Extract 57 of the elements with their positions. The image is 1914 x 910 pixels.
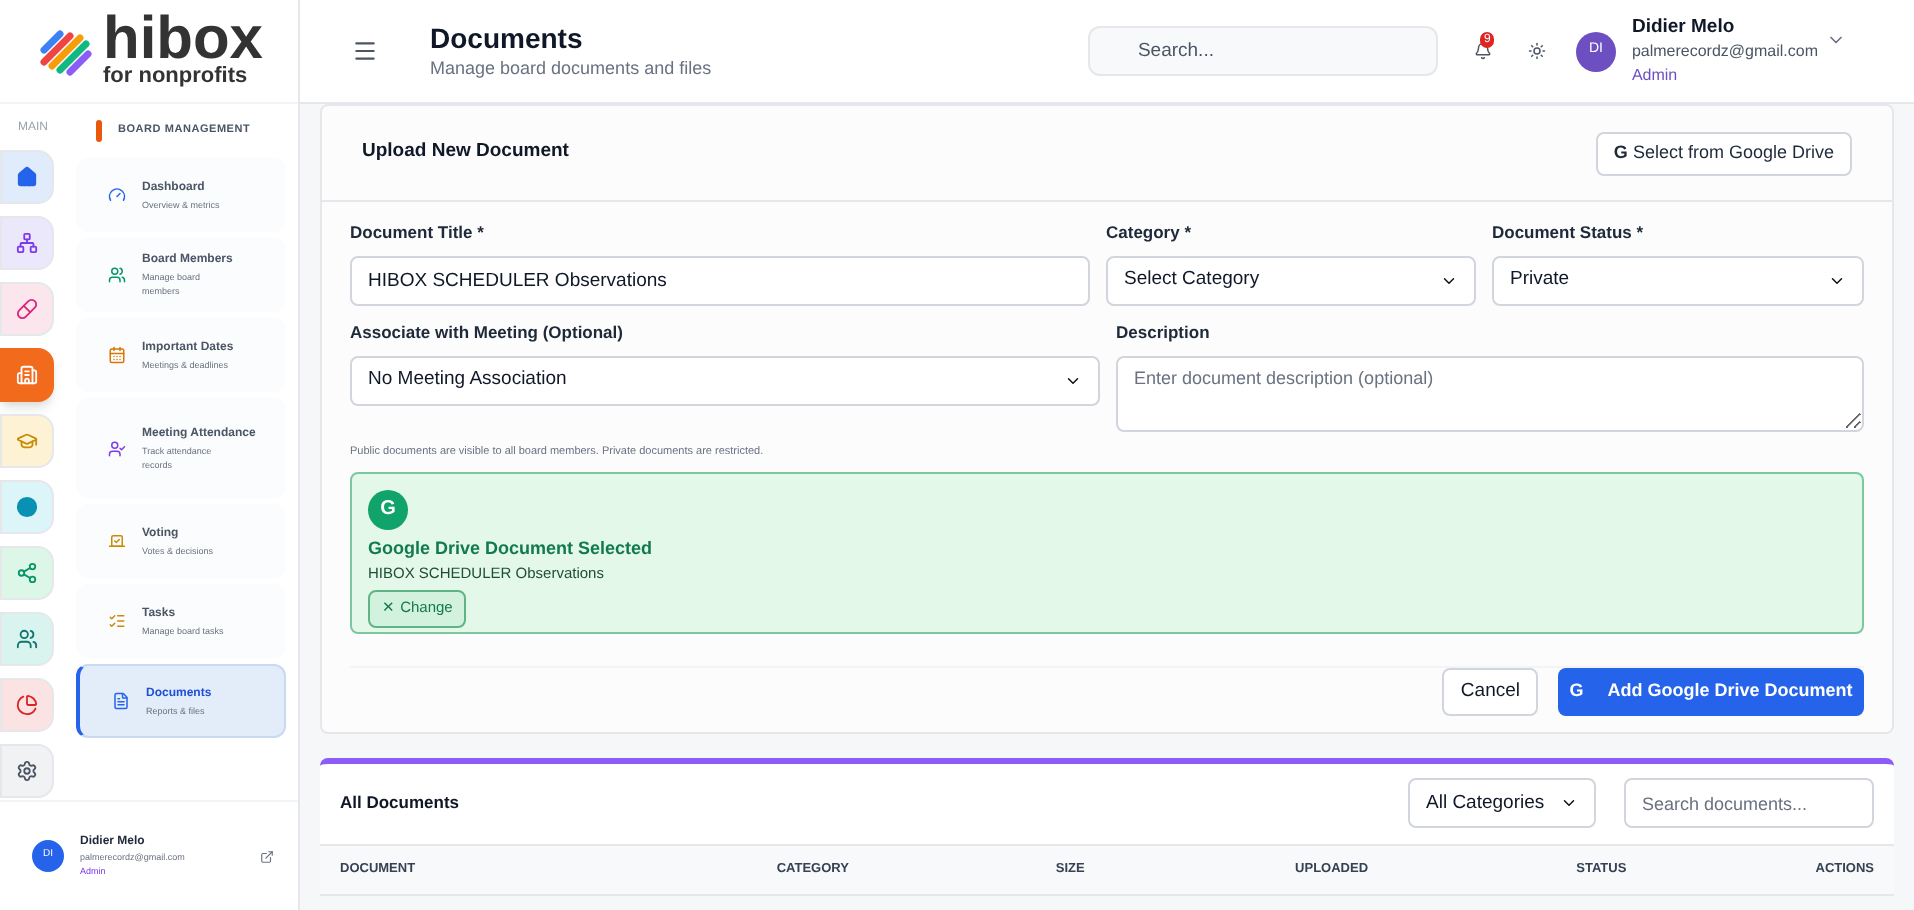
page-title: Documents [430,19,585,56]
calendar-icon [108,346,126,364]
rail-button[interactable] [0,744,54,798]
field-label: Category * [1106,220,1194,246]
rail-button[interactable] [0,546,54,600]
building-icon [16,364,38,386]
pill-icon [16,298,38,320]
share-icon [16,562,38,584]
rail-button[interactable] [0,480,54,534]
field-label: Associate with Meeting (Optional) [350,319,625,345]
document-search-field[interactable]: Search documents... [1624,778,1874,829]
meeting-select[interactable]: No Meeting Association [350,355,1100,405]
status-select[interactable]: Private [1492,255,1864,306]
external-link-icon[interactable] [260,849,274,863]
section-title: All Documents [340,790,462,817]
user-email: palmerecordz@gmail.com [1631,39,1818,63]
field-label: Description [1116,319,1212,345]
users-icon [108,266,126,284]
checklist-icon [108,612,126,630]
user-name: Didier Melo [1631,15,1737,39]
field-label: Document Title * [350,220,486,246]
graduation-cap-icon [16,430,38,452]
section-title: Upload New Document [362,138,569,167]
section-marker [96,120,102,142]
house-icon [16,166,38,188]
gauge-icon [108,186,126,204]
menu-icon[interactable] [352,38,378,64]
circle-icon [16,496,38,518]
category-filter[interactable]: All Categories [1408,778,1596,829]
cancel-button[interactable]: Cancel [1442,667,1538,716]
panel-title: Google Drive Document Selected [368,535,653,562]
users-icon [16,628,38,650]
user-role: Admin [1631,63,1680,87]
search-field[interactable]: Search... [1087,26,1438,76]
logo-wordmark: hibox [103,14,263,66]
hierarchy-icon [16,232,38,254]
bell-icon[interactable] [1473,42,1492,60]
page-subtitle: Manage board documents and files [430,55,712,82]
user-check-icon [108,439,126,457]
rail-button[interactable] [0,150,54,204]
document-icon [112,692,130,710]
description-field[interactable]: Enter document description (optional) [1116,355,1864,431]
add-document-button[interactable]: G Add Google Drive Document [1558,667,1864,716]
category-select[interactable]: Select Category [1106,255,1476,306]
pie-chart-icon [16,694,38,716]
google-badge: G [368,489,408,530]
google-drive-button[interactable]: G Select from Google Drive [1595,131,1852,175]
field-label: Document Status * [1492,220,1646,246]
theme-icon[interactable] [1527,42,1546,60]
rail-button[interactable] [0,678,54,732]
document-title-field[interactable]: HIBOX SCHEDULER Observations [350,255,1090,306]
rail-button[interactable] [0,282,54,336]
rail-button[interactable] [0,612,54,666]
ballot-box-icon [108,532,126,550]
logo-tagline: for nonprofits [103,66,250,88]
settings-icon [16,760,38,782]
rail-button[interactable] [0,216,54,270]
